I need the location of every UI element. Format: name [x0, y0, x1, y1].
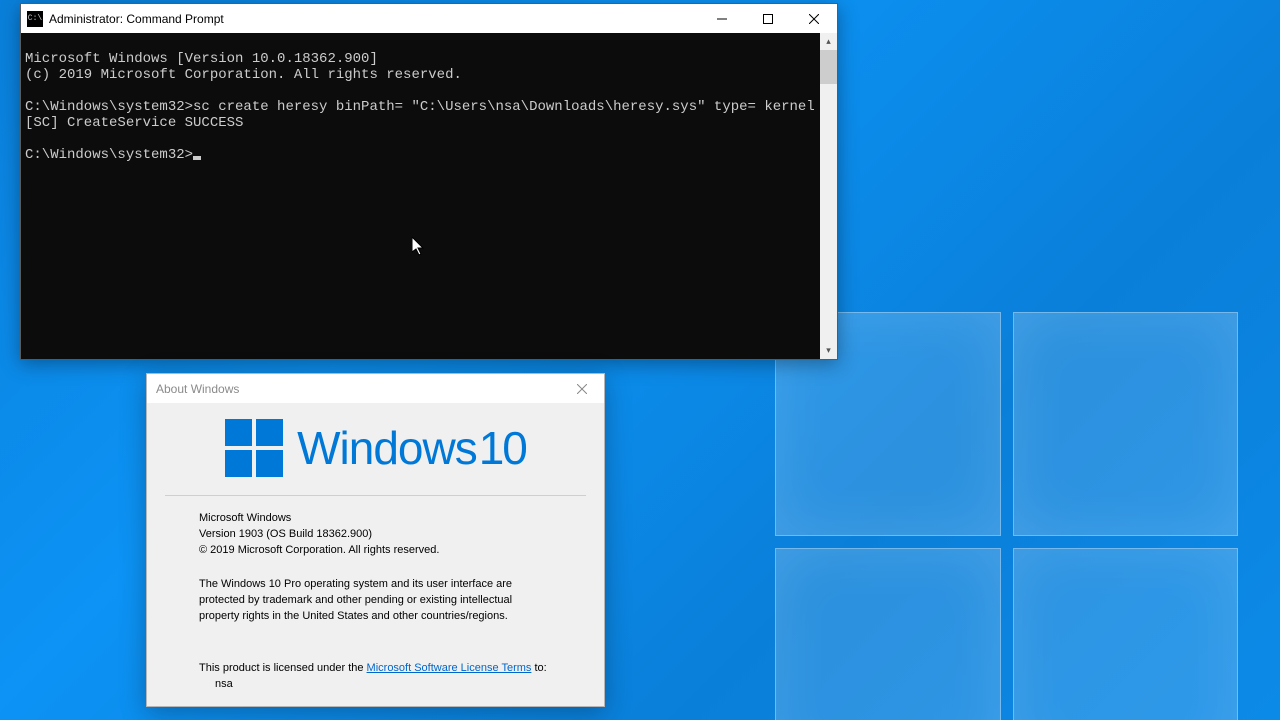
scroll-track[interactable]	[820, 50, 837, 342]
windows-brand: Windows10	[165, 417, 586, 496]
cmd-line: C:\Windows\system32>sc create heresy bin…	[25, 99, 815, 115]
scroll-up-icon[interactable]: ▴	[820, 33, 837, 50]
about-copyright: © 2019 Microsoft Corporation. All rights…	[199, 542, 552, 558]
about-paragraph: The Windows 10 Pro operating system and …	[199, 576, 552, 624]
about-windows-dialog: About Windows Windows10 Microsoft Window…	[146, 373, 605, 707]
minimize-button[interactable]	[699, 4, 745, 33]
about-license-line: This product is licensed under the Micro…	[199, 660, 552, 676]
close-button[interactable]	[791, 4, 837, 33]
cmd-scrollbar[interactable]: ▴ ▾	[820, 33, 837, 359]
cmd-prompt: C:\Windows\system32>	[25, 147, 193, 163]
about-info: Microsoft Windows Version 1903 (OS Build…	[165, 510, 586, 692]
about-close-button[interactable]	[559, 374, 604, 403]
windows-wordmark: Windows10	[297, 421, 526, 475]
cmd-terminal-area[interactable]: Microsoft Windows [Version 10.0.18362.90…	[21, 33, 837, 359]
windows-logo-icon	[225, 419, 283, 477]
about-title: About Windows	[156, 382, 559, 396]
about-licensee: nsa	[199, 676, 552, 692]
cmd-title: Administrator: Command Prompt	[49, 12, 699, 26]
about-product: Microsoft Windows	[199, 510, 552, 526]
about-version: Version 1903 (OS Build 18362.900)	[199, 526, 552, 542]
license-terms-link[interactable]: Microsoft Software License Terms	[367, 662, 532, 674]
cmd-line: (c) 2019 Microsoft Corporation. All righ…	[25, 67, 462, 83]
cmd-line: [SC] CreateService SUCCESS	[25, 115, 243, 131]
cmd-titlebar[interactable]: C:\ Administrator: Command Prompt	[21, 4, 837, 33]
cmd-icon: C:\	[27, 11, 43, 27]
scroll-thumb[interactable]	[820, 50, 837, 84]
command-prompt-window: C:\ Administrator: Command Prompt Micros…	[20, 3, 838, 360]
desktop-windows-logo	[775, 312, 1238, 720]
about-body: Windows10 Microsoft Windows Version 1903…	[147, 403, 604, 706]
maximize-button[interactable]	[745, 4, 791, 33]
cmd-line: Microsoft Windows [Version 10.0.18362.90…	[25, 51, 378, 67]
about-titlebar[interactable]: About Windows	[147, 374, 604, 403]
cmd-cursor	[193, 156, 201, 160]
cmd-window-controls	[699, 4, 837, 33]
scroll-down-icon[interactable]: ▾	[820, 342, 837, 359]
